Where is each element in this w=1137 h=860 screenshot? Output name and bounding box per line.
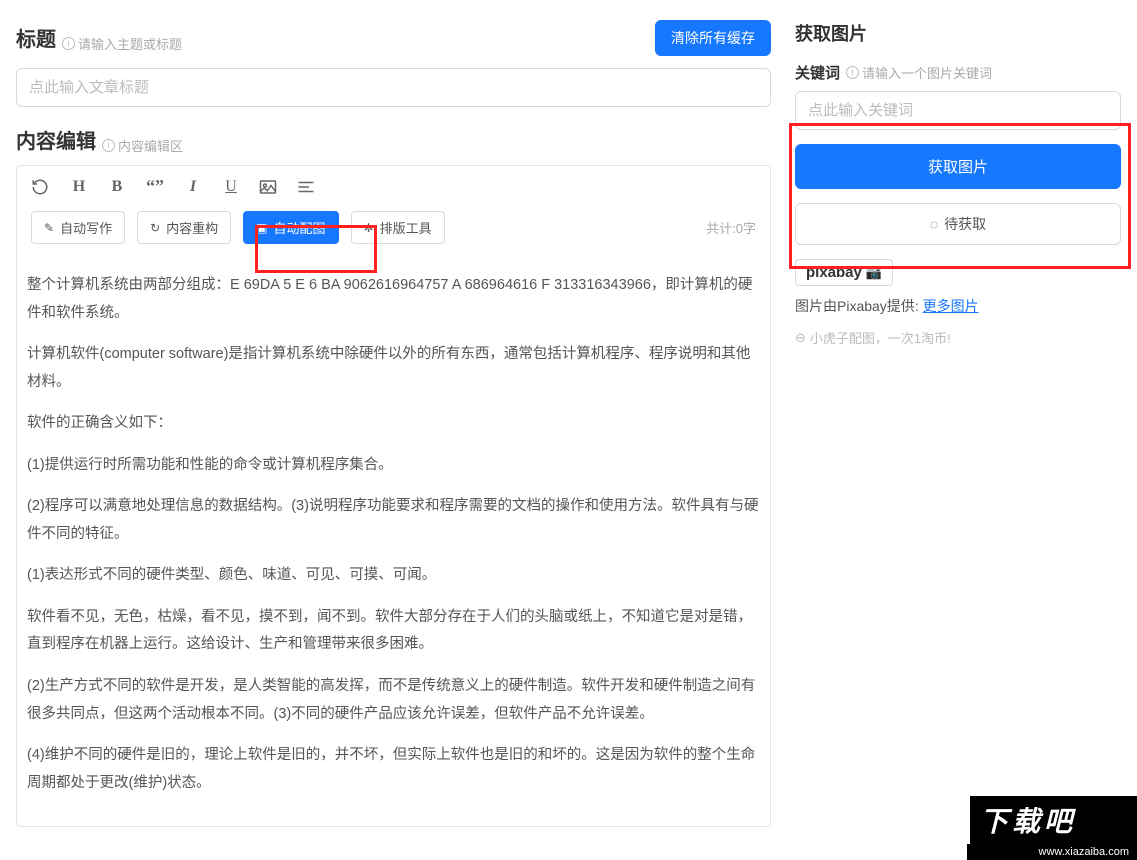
keyword-label: 关键词 [795,62,840,83]
title-hint: i 请输入主题或标题 [62,34,182,53]
coin-icon: ⊖ [795,330,806,346]
footer-note: ⊖ 小虎子配图，一次1淘币! [795,328,1121,347]
layout-tool-button[interactable]: ✲ 排版工具 [351,211,445,244]
content-paragraph: (1)提供运行时所需功能和性能的命令或计算机程序集合。 [27,452,760,480]
italic-icon[interactable]: I [183,178,203,196]
fetch-image-button[interactable]: 获取图片 [795,144,1121,189]
title-input[interactable] [16,68,771,107]
content-paragraph: (1)表达形式不同的硬件类型、颜色、味道、可见、可摸、可闻。 [27,562,760,590]
more-images-link[interactable]: 更多图片 [923,298,979,314]
undo-icon[interactable] [31,178,51,196]
pencil-icon: ✎ [44,221,54,235]
auto-image-button[interactable]: ▣ 自动配图 [243,211,338,244]
content-paragraph: (2)程序可以满意地处理信息的数据结构。(3)说明程序功能要求和程序需要的文档的… [27,493,760,548]
camera-icon: 📷 [866,265,882,281]
align-icon[interactable] [297,180,317,194]
refresh-icon: ↻ [150,221,160,235]
pending-button[interactable]: ◌ 待获取 [795,203,1121,245]
spinner-icon: ◌ [930,216,938,232]
word-count: 共计:0字 [706,218,756,237]
image-icon[interactable] [259,179,279,195]
image-icon: ▣ [256,221,267,235]
content-area[interactable]: 整个计算机系统由两部分组成：E 69DA 5 E 6 BA 9062616964… [17,256,770,826]
keyword-input[interactable] [795,91,1121,130]
provider-line: 图片由Pixabay提供: 更多图片 [795,296,1121,316]
content-paragraph: 软件的正确含义如下： [27,410,760,438]
title-heading: 标题 [16,23,56,52]
content-paragraph: 计算机软件(computer software)是指计算机系统中除硬件以外的所有… [27,341,760,396]
info-icon: i [62,37,75,50]
pixabay-logo: pixabay 📷 [795,259,893,286]
quote-icon[interactable]: “” [145,176,165,197]
underline-icon[interactable]: U [221,178,241,196]
bold-icon[interactable]: B [107,178,127,196]
editor-hint: i 内容编辑区 [102,136,183,155]
watermark: 下载吧 www.xiazaiba.com [967,796,1137,860]
content-paragraph: (2)生产方式不同的软件是开发，是人类智能的高发挥，而不是传统意义上的硬件制造。… [27,673,760,728]
content-paragraph: (4)维护不同的硬件是旧的，理论上软件是旧的，并不坏，但实际上软件也是旧的和坏的… [27,742,760,797]
info-icon: i [102,139,115,152]
settings-icon: ✲ [364,221,374,235]
format-toolbar: H B “” I U [17,166,770,207]
content-paragraph: 软件看不见，无色，枯燥，看不见，摸不到，闻不到。软件大部分存在于人们的头脑或纸上… [27,604,760,659]
content-paragraph: 整个计算机系统由两部分组成：E 69DA 5 E 6 BA 9062616964… [27,272,760,327]
auto-write-button[interactable]: ✎ 自动写作 [31,211,125,244]
content-rebuild-button[interactable]: ↻ 内容重构 [137,211,231,244]
clear-cache-button[interactable]: 清除所有缓存 [655,20,771,56]
sidebar-heading: 获取图片 [795,20,1121,46]
heading-icon[interactable]: H [69,178,89,196]
keyword-hint: i 请输入一个图片关键词 [846,63,992,82]
editor-heading: 内容编辑 [16,125,96,154]
info-icon: i [846,66,859,79]
